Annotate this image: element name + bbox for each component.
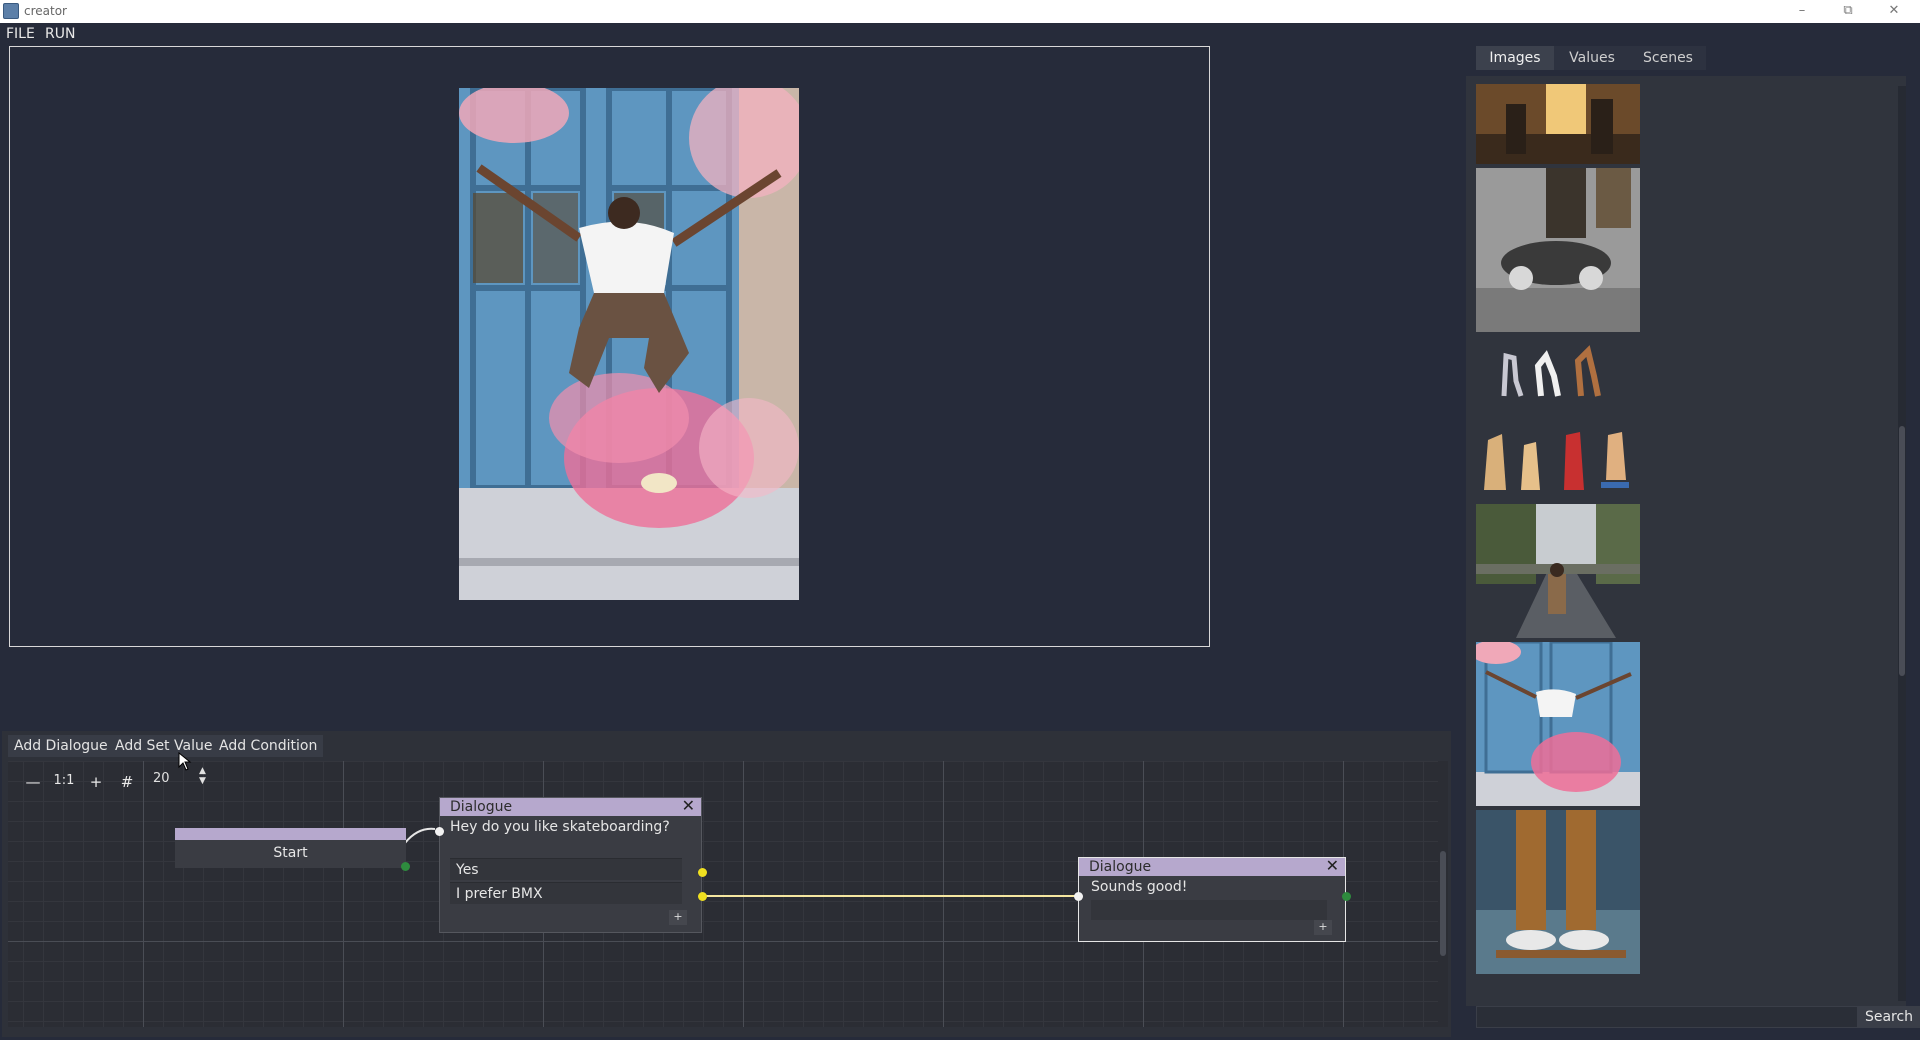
add-choice-button[interactable]: +	[1314, 920, 1332, 935]
image-thumb-sneakers[interactable]	[1476, 810, 1640, 974]
choice-bmx-output-port[interactable]	[698, 892, 707, 901]
dialogue-node-1-title: Dialogue	[450, 799, 513, 815]
dialogue-node-1-header: Dialogue ✕	[440, 797, 701, 816]
scene-preview	[9, 46, 1210, 647]
preview-photo	[459, 88, 799, 600]
add-condition-button[interactable]: Add Condition	[213, 735, 324, 757]
dialogue-2-input-port[interactable]	[1074, 892, 1083, 901]
image-thumb-dogs-sketch[interactable]	[1476, 336, 1640, 416]
dialogue-node-1-text[interactable]: Hey do you like skateboarding?	[450, 819, 670, 835]
image-list-scrollbar[interactable]	[1899, 426, 1905, 676]
image-thumb-skater-road[interactable]	[1476, 504, 1640, 638]
menu-run[interactable]: RUN	[45, 26, 75, 42]
minimize-button[interactable]: –	[1780, 0, 1824, 23]
dialogue-node-2-title: Dialogue	[1089, 859, 1152, 875]
tab-scenes[interactable]: Scenes	[1630, 46, 1706, 70]
start-node-label: Start	[273, 845, 308, 861]
tab-images[interactable]: Images	[1476, 46, 1554, 70]
start-node-header	[175, 828, 406, 840]
dialogue-node-1[interactable]: Dialogue ✕ Hey do you like skateboarding…	[439, 797, 702, 933]
node-editor: Add Dialogue Add Set Value Add Condition…	[2, 731, 1451, 1037]
image-thumb-skateboard-closeup[interactable]	[1476, 168, 1640, 332]
dialogue-node-2-text[interactable]: Sounds good!	[1091, 879, 1187, 895]
dialogue-node-2[interactable]: Dialogue ✕ Sounds good! +	[1078, 857, 1346, 942]
dialogue-node-2-choices-area	[1091, 900, 1327, 920]
search-input[interactable]	[1476, 1006, 1858, 1028]
add-set-value-button[interactable]: Add Set Value	[109, 735, 219, 757]
start-output-port[interactable]	[401, 862, 410, 871]
app-icon	[3, 3, 19, 19]
node-graph-canvas[interactable]: — 1:1 + # 20 ▲ ▼ Start Dialogue ✕ Hey do …	[8, 761, 1442, 1027]
mouse-cursor-icon	[178, 752, 192, 771]
image-thumb-skater-pink-smoke[interactable]	[1476, 642, 1640, 806]
vertical-scrollbar[interactable]	[1440, 851, 1446, 956]
tab-values[interactable]: Values	[1554, 46, 1630, 70]
choice-i-prefer-bmx[interactable]: I prefer BMX	[450, 882, 682, 904]
add-dialogue-button[interactable]: Add Dialogue	[8, 735, 114, 757]
restore-button[interactable]: ⧉	[1826, 0, 1870, 23]
search-button[interactable]: Search	[1858, 1006, 1920, 1028]
image-thumb-sunset-skate[interactable]	[1476, 84, 1640, 164]
window-title: creator	[24, 4, 67, 18]
close-icon[interactable]: ✕	[682, 797, 695, 815]
start-node[interactable]: Start	[175, 828, 406, 868]
choice-yes-output-port[interactable]	[698, 868, 707, 877]
close-icon[interactable]: ✕	[1326, 857, 1339, 875]
choice-yes[interactable]: Yes	[450, 858, 682, 880]
dialogue-node-2-header: Dialogue ✕	[1079, 857, 1345, 876]
add-choice-button[interactable]: +	[669, 910, 687, 925]
close-window-button[interactable]: ✕	[1872, 0, 1916, 23]
image-list[interactable]	[1466, 76, 1906, 1006]
image-thumb-dogs-colored[interactable]	[1476, 420, 1640, 500]
menu-bar: FILE RUN	[0, 23, 1920, 45]
dialogue-1-input-port[interactable]	[435, 827, 444, 836]
menu-file[interactable]: FILE	[6, 26, 35, 42]
title-bar: creator – ⧉ ✕	[0, 0, 1920, 23]
resource-panel: Images Values Scenes Search	[1466, 46, 1920, 1040]
dialogue-2-output-port[interactable]	[1342, 892, 1351, 901]
